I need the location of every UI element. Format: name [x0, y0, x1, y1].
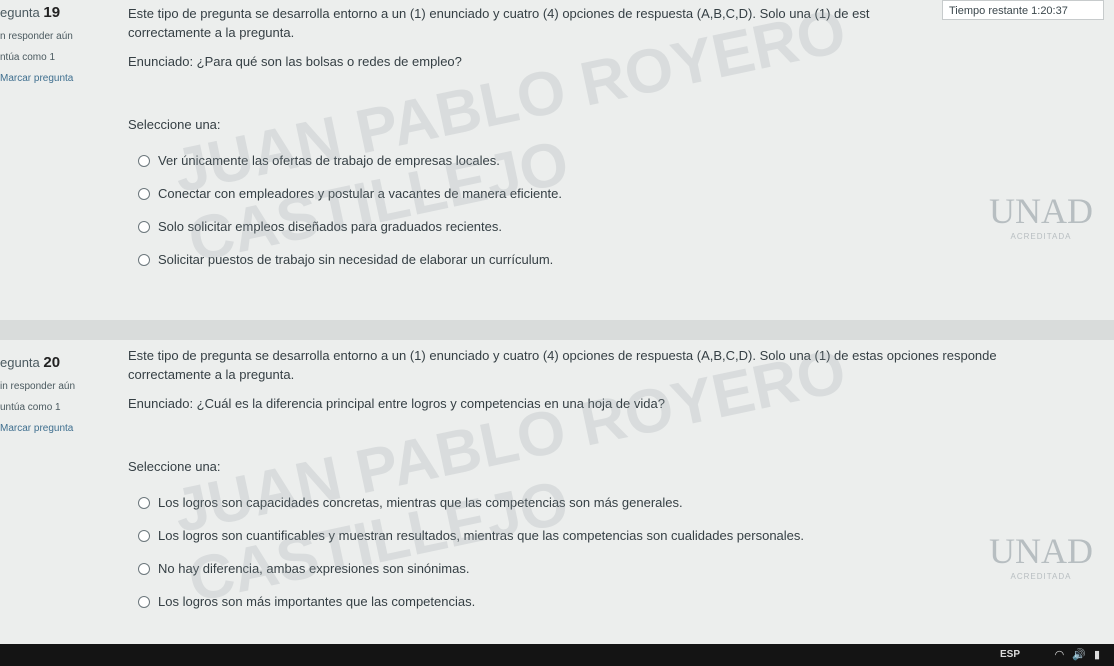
answer-options: Ver únicamente las ofertas de trabajo de… [128, 144, 1088, 276]
option-d[interactable]: Los logros son más importantes que las c… [138, 585, 1088, 618]
option-b[interactable]: Conectar con empleadores y postular a va… [138, 177, 1088, 210]
radio-button[interactable] [138, 154, 150, 167]
radio-button[interactable] [138, 562, 150, 575]
battery-icon[interactable]: ▮ [1094, 648, 1100, 661]
radio-button[interactable] [138, 529, 150, 542]
radio-button[interactable] [138, 187, 150, 200]
system-tray: ◠ 🔊 ▮ [1055, 648, 1100, 661]
question-content: Este tipo de pregunta se desarrolla ento… [128, 346, 1088, 618]
intro-text-line1: Este tipo de pregunta se desarrolla ento… [128, 6, 870, 21]
select-label: Seleccione una: [128, 117, 221, 132]
option-a[interactable]: Los logros son capacidades concretas, mi… [138, 486, 1088, 519]
wifi-icon[interactable]: ◠ [1055, 648, 1065, 661]
question-20: egunta 20 in responder aún untúa como 1 … [0, 336, 1114, 640]
question-stem: Enunciado: ¿Para qué son las bolsas o re… [128, 54, 462, 69]
unad-logo: UNAD ACREDITADA [989, 191, 1093, 241]
question-score: untúa como 1 [0, 402, 61, 413]
radio-button[interactable] [138, 253, 150, 266]
question-label: egunta [0, 355, 40, 370]
taskbar: ESP ◠ 🔊 ▮ [0, 644, 1114, 666]
answer-options: Los logros son capacidades concretas, mi… [128, 486, 1088, 618]
intro-text-line1: Este tipo de pregunta se desarrolla ento… [128, 348, 997, 363]
option-text: Los logros son cuantificables y muestran… [158, 528, 805, 543]
question-info: egunta 20 in responder aún untúa como 1 … [0, 354, 118, 444]
option-text: No hay diferencia, ambas expresiones son… [158, 561, 470, 576]
option-d[interactable]: Solicitar puestos de trabajo sin necesid… [138, 243, 1088, 276]
option-text: Los logros son más importantes que las c… [158, 594, 476, 609]
question-status: n responder aún [0, 31, 73, 42]
question-label: egunta [0, 5, 40, 20]
volume-icon[interactable]: 🔊 [1072, 648, 1086, 661]
language-indicator[interactable]: ESP [1000, 649, 1020, 660]
radio-button[interactable] [138, 496, 150, 509]
question-divider [0, 320, 1114, 340]
unad-logo: UNAD ACREDITADA [989, 531, 1093, 581]
option-text: Solicitar puestos de trabajo sin necesid… [158, 252, 554, 267]
option-a[interactable]: Ver únicamente las ofertas de trabajo de… [138, 144, 1088, 177]
question-stem: Enunciado: ¿Cuál es la diferencia princi… [128, 396, 665, 411]
question-info: egunta 19 n responder aún ntúa como 1 Ma… [0, 4, 118, 94]
flag-question-link[interactable]: Marcar pregunta [0, 423, 118, 434]
question-score: ntúa como 1 [0, 52, 56, 63]
option-c[interactable]: Solo solicitar empleos diseñados para gr… [138, 210, 1088, 243]
flag-question-link[interactable]: Marcar pregunta [0, 73, 118, 84]
intro-text-line2: correctamente a la pregunta. [128, 25, 295, 40]
option-text: Los logros son capacidades concretas, mi… [158, 495, 683, 510]
question-content: Este tipo de pregunta se desarrolla ento… [128, 4, 1088, 276]
question-19: egunta 19 n responder aún ntúa como 1 Ma… [0, 0, 1114, 320]
option-b[interactable]: Los logros son cuantificables y muestran… [138, 519, 1088, 552]
intro-text-line2: correctamente a la pregunta. [128, 367, 295, 382]
select-label: Seleccione una: [128, 459, 221, 474]
question-status: in responder aún [0, 381, 76, 392]
option-text: Solo solicitar empleos diseñados para gr… [158, 219, 502, 234]
option-text: Ver únicamente las ofertas de trabajo de… [158, 153, 500, 168]
option-c[interactable]: No hay diferencia, ambas expresiones son… [138, 552, 1088, 585]
option-text: Conectar con empleadores y postular a va… [158, 186, 562, 201]
question-number: 19 [43, 4, 61, 21]
radio-button[interactable] [138, 595, 150, 608]
radio-button[interactable] [138, 220, 150, 233]
question-number: 20 [43, 354, 61, 371]
